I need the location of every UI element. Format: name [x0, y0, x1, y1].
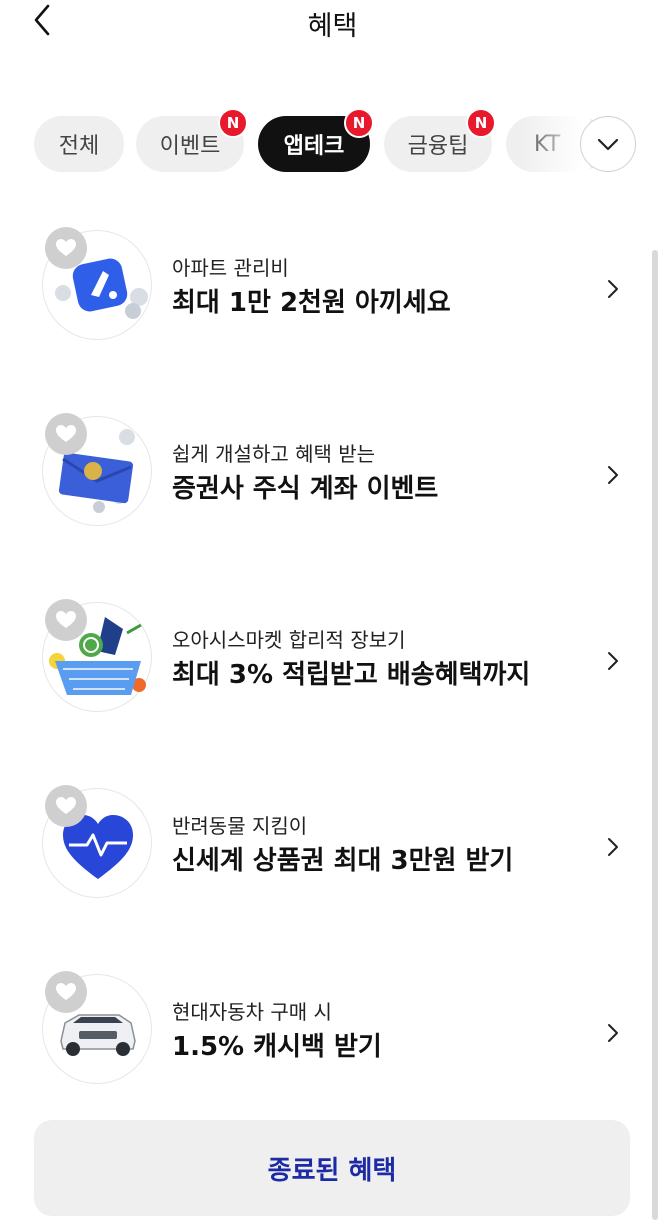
heart-icon	[56, 983, 76, 1000]
tab-apptech[interactable]: 앱테크 N	[258, 108, 374, 172]
benefit-thumbnail	[42, 413, 152, 526]
benefit-subtitle: 반려동물 지킴이	[172, 814, 308, 838]
favorite-button[interactable]	[45, 227, 87, 269]
benefit-thumbnail	[42, 599, 152, 712]
chevron-right-icon	[608, 280, 618, 298]
tab-label: 금융팁	[407, 134, 469, 159]
scrollbar[interactable]	[652, 250, 658, 1220]
benefit-item-pet-care[interactable]: 반려동물 지킴이 신세계 상품권 최대 3만원 받기	[0, 785, 665, 938]
favorite-button[interactable]	[45, 971, 87, 1013]
benefit-title: 신세계 상품권 최대 3만원 받기	[172, 846, 514, 876]
chevron-right-icon	[608, 838, 618, 856]
chevron-right-icon	[608, 652, 618, 670]
benefit-item-apartment[interactable]: 아파트 관리비 최대 1만 2천원 아끼세요	[0, 227, 665, 380]
new-badge: N	[466, 108, 496, 138]
more-categories-button[interactable]	[580, 116, 636, 172]
benefit-thumbnail	[42, 971, 152, 1084]
benefit-thumbnail	[42, 785, 152, 898]
category-tabs: 전체 이벤트 N 앱테크 N 금융팁 N KT	[0, 108, 665, 176]
tab-label: 앱테크	[283, 134, 345, 159]
heart-icon	[56, 797, 76, 814]
page-title: 혜택	[307, 11, 358, 42]
heart-icon	[56, 239, 76, 256]
heart-icon	[56, 425, 76, 442]
benefit-subtitle: 아파트 관리비	[172, 256, 289, 280]
benefit-item-oasis-market[interactable]: 오아시스마켓 합리적 장보기 최대 3% 적립받고 배송혜택까지	[0, 599, 665, 752]
new-badge: N	[344, 108, 374, 138]
benefit-title: 최대 1만 2천원 아끼세요	[172, 288, 451, 318]
chevron-right-icon	[608, 1024, 618, 1042]
tab-all[interactable]: 전체	[34, 116, 124, 172]
tab-finance-tip[interactable]: 금융팁 N	[384, 108, 496, 172]
benefit-title: 1.5% 캐시백 받기	[172, 1032, 382, 1062]
benefit-title: 최대 3% 적립받고 배송혜택까지	[172, 660, 531, 690]
benefit-thumbnail	[42, 227, 152, 340]
ended-benefits-button[interactable]: 종료된 혜택	[34, 1120, 630, 1216]
favorite-button[interactable]	[45, 599, 87, 641]
chevron-right-icon	[608, 466, 618, 484]
benefit-title: 증권사 주식 계좌 이벤트	[172, 474, 439, 504]
benefit-subtitle: 쉽게 개설하고 혜택 받는	[172, 442, 376, 466]
favorite-button[interactable]	[45, 413, 87, 455]
benefit-item-hyundai-car[interactable]: 현대자동차 구매 시 1.5% 캐시백 받기	[0, 971, 665, 1124]
chevron-down-icon	[597, 138, 619, 151]
benefit-subtitle: 오아시스마켓 합리적 장보기	[172, 628, 406, 652]
heart-icon	[56, 611, 76, 628]
ended-benefits-label: 종료된 혜택	[267, 1155, 397, 1186]
favorite-button[interactable]	[45, 785, 87, 827]
benefit-item-stock-account[interactable]: 쉽게 개설하고 혜택 받는 증권사 주식 계좌 이벤트	[0, 413, 665, 566]
tab-event[interactable]: 이벤트 N	[136, 108, 248, 172]
tab-label: 전체	[58, 134, 100, 159]
header: 혜택	[0, 0, 665, 44]
benefit-subtitle: 현대자동차 구매 시	[172, 1000, 332, 1024]
new-badge: N	[218, 108, 248, 138]
tab-label: 이벤트	[159, 134, 221, 159]
